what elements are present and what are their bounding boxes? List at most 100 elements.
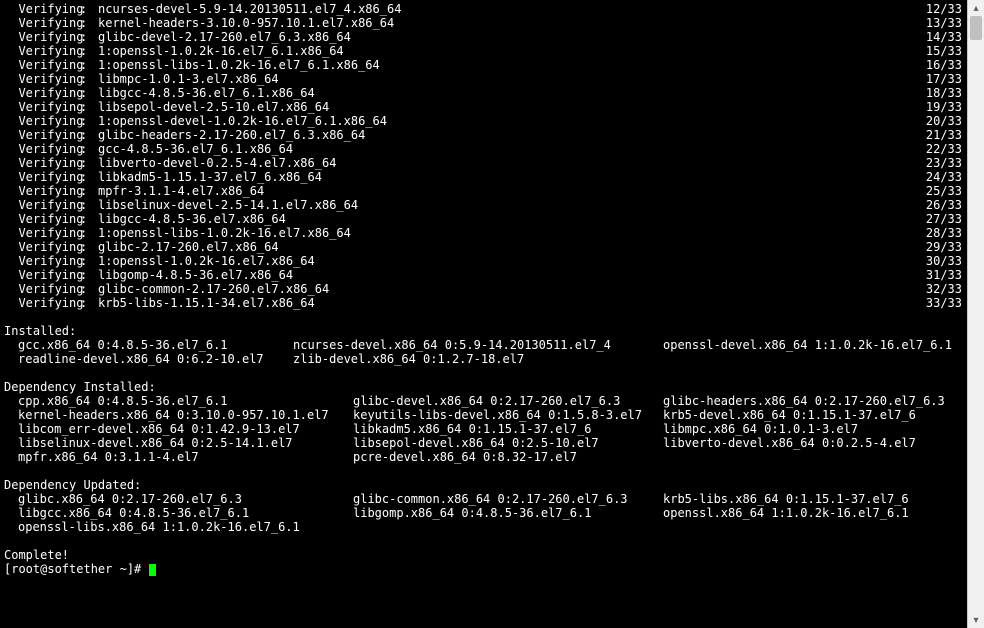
verify-label: Verifying	[4, 128, 80, 142]
verify-label: Verifying	[4, 44, 80, 58]
package-name: openssl-libs.x86_64 1:1.0.2k-16.el7_6.1	[18, 520, 353, 534]
package-name: keyutils-libs-devel.x86_64 0:1.5.8-3.el7	[353, 408, 663, 422]
package-name: libgcc-4.8.5-36.el7.x86_64	[98, 212, 902, 226]
verify-row: Verifying: 1:openssl-1.0.2k-16.el7_6.1.x…	[4, 44, 984, 58]
verify-label: Verifying	[4, 58, 80, 72]
package-name: glibc-headers.x86_64 0:2.17-260.el7_6.3	[663, 394, 945, 408]
package-row: libselinux-devel.x86_64 0:2.5-14.1.el7li…	[4, 436, 984, 450]
package-name: zlib-devel.x86_64 0:1.2.7-18.el7	[293, 352, 663, 366]
complete-message: Complete!	[4, 548, 984, 562]
package-name: 1:openssl-1.0.2k-16.el7.x86_64	[98, 254, 902, 268]
package-name: kernel-headers.x86_64 0:3.10.0-957.10.1.…	[18, 408, 353, 422]
verify-row: Verifying: 1:openssl-1.0.2k-16.el7.x86_6…	[4, 254, 984, 268]
verify-label: Verifying	[4, 296, 80, 310]
verify-label: Verifying	[4, 30, 80, 44]
section-header: Installed:	[4, 324, 984, 338]
package-row: libcom_err-devel.x86_64 0:1.42.9-13.el7l…	[4, 422, 984, 436]
package-name: 1:openssl-1.0.2k-16.el7_6.1.x86_64	[98, 44, 902, 58]
package-name: mpfr.x86_64 0:3.1.1-4.el7	[18, 450, 353, 464]
verify-row: Verifying: gcc-4.8.5-36.el7_6.1.x86_6422…	[4, 142, 984, 156]
verify-label: Verifying	[4, 198, 80, 212]
package-name: mpfr-3.1.1-4.el7.x86_64	[98, 184, 902, 198]
verify-label: Verifying	[4, 240, 80, 254]
package-name: libcom_err-devel.x86_64 0:1.42.9-13.el7	[18, 422, 353, 436]
verify-row: Verifying: glibc-devel-2.17-260.el7_6.3.…	[4, 30, 984, 44]
package-name: cpp.x86_64 0:4.8.5-36.el7_6.1	[18, 394, 353, 408]
package-name: libsepol-devel.x86_64 0:2.5-10.el7	[353, 436, 663, 450]
package-name: libsepol-devel-2.5-10.el7.x86_64	[98, 100, 902, 114]
package-name: libkadm5.x86_64 0:1.15.1-37.el7_6	[353, 422, 663, 436]
package-name: libmpc.x86_64 0:1.0.1-3.el7	[663, 422, 858, 436]
verify-label: Verifying	[4, 16, 80, 30]
package-name: gcc.x86_64 0:4.8.5-36.el7_6.1	[18, 338, 293, 352]
package-name: libgomp.x86_64 0:4.8.5-36.el7_6.1	[353, 506, 663, 520]
verify-label: Verifying	[4, 226, 80, 240]
verify-row: Verifying: libgcc-4.8.5-36.el7_6.1.x86_6…	[4, 86, 984, 100]
verify-label: Verifying	[4, 72, 80, 86]
verify-label: Verifying	[4, 268, 80, 282]
verify-row: Verifying: mpfr-3.1.1-4.el7.x86_6425/33	[4, 184, 984, 198]
package-name: libverto-devel-0.2.5-4.el7.x86_64	[98, 156, 902, 170]
verify-row: Verifying: 1:openssl-libs-1.0.2k-16.el7_…	[4, 58, 984, 72]
shell-prompt[interactable]: [root@softether ~]#	[4, 562, 984, 576]
scroll-up-button[interactable]: ▴	[968, 0, 984, 16]
scroll-thumb[interactable]	[970, 16, 982, 40]
package-name: libgomp-4.8.5-36.el7.x86_64	[98, 268, 902, 282]
package-name: libmpc-1.0.1-3.el7.x86_64	[98, 72, 902, 86]
package-name: libkadm5-1.15.1-37.el7_6.x86_64	[98, 170, 902, 184]
package-name: krb5-libs-1.15.1-34.el7.x86_64	[98, 296, 902, 310]
package-name: libgcc-4.8.5-36.el7_6.1.x86_64	[98, 86, 902, 100]
verify-row: Verifying: libselinux-devel-2.5-14.1.el7…	[4, 198, 984, 212]
verify-row: Verifying: glibc-2.17-260.el7.x86_6429/3…	[4, 240, 984, 254]
section-header: Dependency Installed:	[4, 380, 984, 394]
verify-row: Verifying: libsepol-devel-2.5-10.el7.x86…	[4, 100, 984, 114]
package-name: glibc-devel.x86_64 0:2.17-260.el7_6.3	[353, 394, 663, 408]
verify-label: Verifying	[4, 212, 80, 226]
verify-row: Verifying: libgcc-4.8.5-36.el7.x86_6427/…	[4, 212, 984, 226]
verify-label: Verifying	[4, 184, 80, 198]
verify-label: Verifying	[4, 86, 80, 100]
verify-row: Verifying: libgomp-4.8.5-36.el7.x86_6431…	[4, 268, 984, 282]
package-name: libselinux-devel.x86_64 0:2.5-14.1.el7	[18, 436, 353, 450]
package-name: glibc.x86_64 0:2.17-260.el7_6.3	[18, 492, 353, 506]
terminal-output[interactable]: Verifying: ncurses-devel-5.9-14.20130511…	[0, 0, 984, 576]
verify-label: Verifying	[4, 2, 80, 16]
package-row: gcc.x86_64 0:4.8.5-36.el7_6.1ncurses-dev…	[4, 338, 984, 352]
terminal-window: Verifying: ncurses-devel-5.9-14.20130511…	[0, 0, 984, 628]
package-row: cpp.x86_64 0:4.8.5-36.el7_6.1glibc-devel…	[4, 394, 984, 408]
package-name: gcc-4.8.5-36.el7_6.1.x86_64	[98, 142, 902, 156]
package-name: krb5-libs.x86_64 0:1.15.1-37.el7_6	[663, 492, 909, 506]
package-name: krb5-devel.x86_64 0:1.15.1-37.el7_6	[663, 408, 916, 422]
verify-label: Verifying	[4, 142, 80, 156]
package-name	[353, 520, 663, 534]
cursor	[149, 564, 156, 576]
verify-label: Verifying	[4, 156, 80, 170]
verify-label: Verifying	[4, 254, 80, 268]
verify-row: Verifying: glibc-common-2.17-260.el7.x86…	[4, 282, 984, 296]
package-name: 1:openssl-devel-1.0.2k-16.el7_6.1.x86_64	[98, 114, 902, 128]
package-name: glibc-2.17-260.el7.x86_64	[98, 240, 902, 254]
scroll-down-button[interactable]: ▾	[968, 612, 984, 628]
verify-row: Verifying: libkadm5-1.15.1-37.el7_6.x86_…	[4, 170, 984, 184]
package-row: openssl-libs.x86_64 1:1.0.2k-16.el7_6.1	[4, 520, 984, 534]
verify-label: Verifying	[4, 100, 80, 114]
package-name: ncurses-devel.x86_64 0:5.9-14.20130511.e…	[293, 338, 663, 352]
verify-label: Verifying	[4, 114, 80, 128]
vertical-scrollbar[interactable]: ▴ ▾	[967, 0, 984, 628]
package-name: glibc-common-2.17-260.el7.x86_64	[98, 282, 902, 296]
verify-row: Verifying: ncurses-devel-5.9-14.20130511…	[4, 2, 984, 16]
package-name: 1:openssl-libs-1.0.2k-16.el7.x86_64	[98, 226, 902, 240]
verify-row: Verifying: 1:openssl-libs-1.0.2k-16.el7.…	[4, 226, 984, 240]
verify-row: Verifying: kernel-headers-3.10.0-957.10.…	[4, 16, 984, 30]
package-name: kernel-headers-3.10.0-957.10.1.el7.x86_6…	[98, 16, 902, 30]
package-row: mpfr.x86_64 0:3.1.1-4.el7pcre-devel.x86_…	[4, 450, 984, 464]
package-name: libverto-devel.x86_64 0:0.2.5-4.el7	[663, 436, 916, 450]
section-header: Dependency Updated:	[4, 478, 984, 492]
package-name: 1:openssl-libs-1.0.2k-16.el7_6.1.x86_64	[98, 58, 902, 72]
verify-row: Verifying: libverto-devel-0.2.5-4.el7.x8…	[4, 156, 984, 170]
package-name: openssl.x86_64 1:1.0.2k-16.el7_6.1	[663, 506, 909, 520]
verify-row: Verifying: libmpc-1.0.1-3.el7.x86_6417/3…	[4, 72, 984, 86]
verify-row: Verifying: krb5-libs-1.15.1-34.el7.x86_6…	[4, 296, 984, 310]
package-row: readline-devel.x86_64 0:6.2-10.el7zlib-d…	[4, 352, 984, 366]
verify-row: Verifying: 1:openssl-devel-1.0.2k-16.el7…	[4, 114, 984, 128]
